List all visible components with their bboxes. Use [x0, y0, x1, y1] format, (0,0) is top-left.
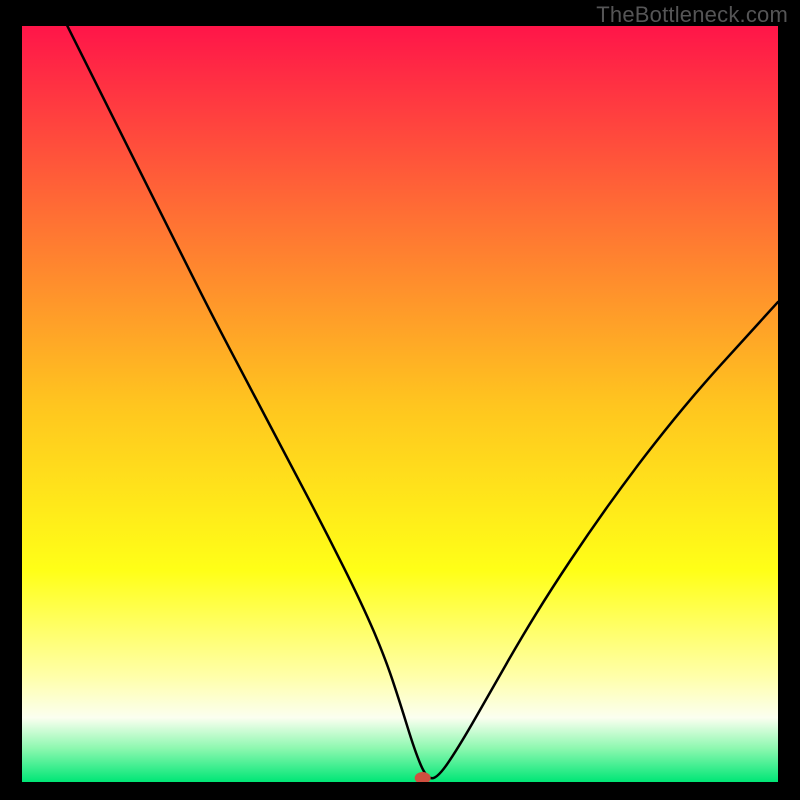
chart-svg [22, 26, 778, 782]
gradient-rect [22, 26, 778, 782]
watermark-text: TheBottleneck.com [596, 2, 788, 28]
plot-area [22, 26, 778, 782]
chart-frame: TheBottleneck.com [0, 0, 800, 800]
